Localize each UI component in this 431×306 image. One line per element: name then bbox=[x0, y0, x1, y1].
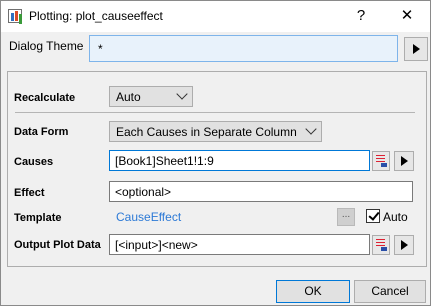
effect-input[interactable]: <optional> bbox=[109, 181, 413, 202]
recalculate-value: Auto bbox=[116, 90, 141, 104]
output-menu-arrow-button[interactable] bbox=[394, 235, 414, 255]
app-icon bbox=[8, 9, 22, 23]
dialog-theme-value: * bbox=[98, 42, 103, 56]
theme-menu-arrow-button[interactable] bbox=[404, 37, 428, 61]
output-plot-data-input[interactable]: [<input>]<new> bbox=[109, 234, 370, 255]
chevron-down-icon bbox=[176, 88, 188, 100]
causes-value: [Book1]Sheet1!1:9 bbox=[115, 154, 214, 168]
dialog-theme-field[interactable]: * bbox=[89, 35, 398, 62]
template-browse-button[interactable]: ... bbox=[337, 208, 355, 226]
recalculate-label: Recalculate bbox=[14, 92, 76, 104]
panel-divider bbox=[15, 112, 415, 113]
causes-input[interactable]: [Book1]Sheet1!1:9 bbox=[109, 150, 370, 171]
data-form-value: Each Causes in Separate Column bbox=[116, 125, 297, 139]
close-button[interactable]: ✕ bbox=[397, 7, 417, 25]
auto-checkbox-label: Auto bbox=[383, 210, 408, 224]
recalculate-select[interactable]: Auto bbox=[109, 86, 193, 107]
window-title: Plotting: plot_causeeffect bbox=[29, 9, 163, 23]
output-plot-data-value: [<input>]<new> bbox=[115, 238, 198, 252]
ok-button[interactable]: OK bbox=[276, 280, 350, 303]
output-select-range-icon[interactable] bbox=[372, 235, 390, 255]
chevron-down-icon bbox=[305, 123, 317, 135]
causes-label: Causes bbox=[14, 156, 54, 168]
template-link[interactable]: CauseEffect bbox=[116, 210, 181, 224]
data-form-select[interactable]: Each Causes in Separate Column bbox=[109, 121, 322, 142]
help-button[interactable]: ? bbox=[351, 7, 371, 25]
auto-checkbox[interactable] bbox=[366, 209, 380, 223]
dialog-theme-label: Dialog Theme bbox=[9, 39, 84, 53]
causes-menu-arrow-button[interactable] bbox=[394, 151, 414, 171]
cancel-button[interactable]: Cancel bbox=[354, 280, 426, 303]
data-form-label: Data Form bbox=[14, 126, 69, 138]
effect-label: Effect bbox=[14, 187, 45, 199]
effect-value: <optional> bbox=[115, 185, 172, 199]
dialog-window: Plotting: plot_causeeffect ? ✕ Dialog Th… bbox=[0, 0, 431, 306]
causes-select-range-icon[interactable] bbox=[372, 151, 390, 171]
template-label: Template bbox=[14, 212, 62, 224]
title-bar: Plotting: plot_causeeffect ? ✕ bbox=[1, 1, 430, 32]
output-plot-data-label: Output Plot Data bbox=[14, 239, 101, 251]
